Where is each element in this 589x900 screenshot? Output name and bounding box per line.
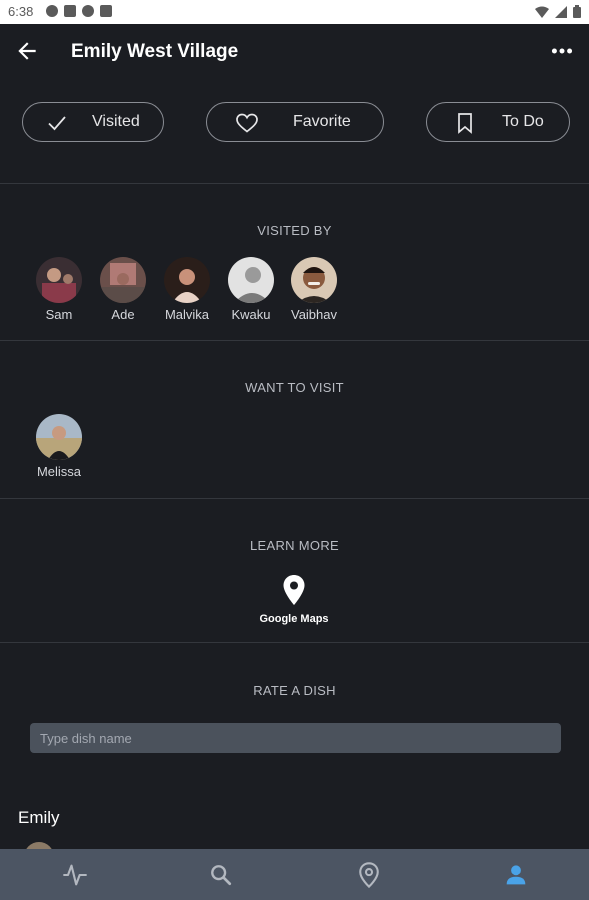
want-to-visit-person[interactable]: Melissa [29,414,89,479]
avatar [164,257,210,303]
avatar [100,257,146,303]
bookmark-icon [458,113,472,134]
person-name: Sam [45,307,73,322]
google-maps-link[interactable]: Google Maps [244,574,344,625]
status-time: 6:38 [8,4,34,19]
visited-by-person[interactable]: Ade [93,257,153,322]
activity-icon[interactable] [61,861,89,889]
visited-by-title: VISITED BY [257,223,332,238]
favorite-button[interactable]: Favorite [206,102,384,142]
bottom-navigation [0,849,589,900]
learn-more-title: LEARN MORE [250,538,339,553]
notification-icon [46,5,58,17]
google-maps-label: Google Maps [259,613,329,625]
avatar [36,414,82,460]
signal-icon [555,5,567,18]
battery-icon [573,5,581,18]
app-bar: Emily West Village [0,24,589,80]
person-name: Ade [111,307,135,322]
more-options-icon[interactable] [549,38,575,64]
rate-a-dish-title: RATE A DISH [253,683,336,698]
page-title: Emily West Village [71,41,239,62]
visited-button[interactable]: Visited [22,102,164,142]
back-arrow-icon[interactable] [14,38,40,64]
sd-card-icon [100,5,112,17]
wifi-icon [535,6,549,18]
check-icon [48,116,66,131]
divider [0,642,589,643]
visited-by-person[interactable]: Kwaku [221,257,281,322]
notification-icon [64,5,76,17]
divider [0,340,589,341]
person-name: Vaibhav [290,307,337,322]
user-name: Emily [18,808,60,827]
system-icons [535,5,581,18]
person-name: Kwaku [231,307,271,322]
favorite-label: Favorite [293,113,351,130]
dish-name-input[interactable] [30,723,561,753]
search-icon[interactable] [207,861,235,889]
status-bar: 6:38 [0,0,589,24]
person-name: Malvika [164,307,210,322]
avatar [36,257,82,303]
visited-by-person[interactable]: Sam [29,257,89,322]
profile-icon[interactable] [502,861,530,889]
map-pin-icon[interactable] [355,861,383,889]
map-pin-icon [283,575,305,605]
visited-by-person[interactable]: Malvika [157,257,217,322]
todo-label: To Do [502,113,544,130]
visited-by-person[interactable]: Vaibhav [284,257,344,322]
divider [0,498,589,499]
divider [0,183,589,184]
avatar [291,257,337,303]
visited-label: Visited [92,113,140,130]
want-to-visit-title: WANT TO VISIT [245,380,344,395]
person-name: Melissa [36,464,82,479]
notification-icon [82,5,94,17]
avatar [228,257,274,303]
notification-icons [46,5,112,17]
heart-icon [236,113,258,133]
todo-button[interactable]: To Do [426,102,570,142]
